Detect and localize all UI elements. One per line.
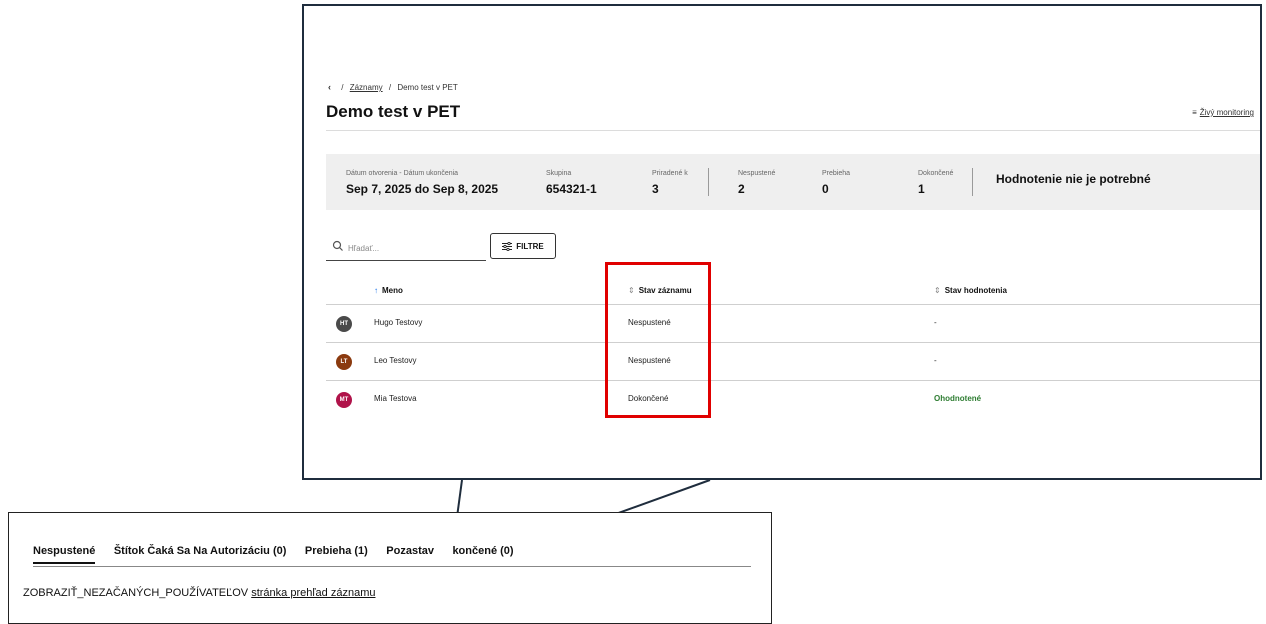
stat-dates: Dátum otvorenia - Dátum ukončenia Sep 7,…: [346, 170, 498, 196]
live-monitoring-link[interactable]: ≡ Živý monitoring: [1192, 108, 1254, 117]
records-detail-panel: ‹ / Záznamy / Demo test v PET Demo test …: [302, 4, 1262, 480]
breadcrumb-current: Demo test v PET: [397, 83, 458, 92]
stat-assigned: Priradené k 3: [652, 170, 688, 196]
search-input[interactable]: [348, 238, 484, 258]
stat-divider: [972, 168, 973, 196]
back-chevron-icon[interactable]: ‹: [328, 82, 331, 92]
row-evaluation-status: -: [934, 356, 937, 365]
records-overview-link[interactable]: stránka prehľad záznamu: [251, 587, 375, 599]
stat-completed-value: 1: [918, 182, 925, 196]
stat-assigned-label: Priradené k: [652, 170, 688, 177]
stat-completed: Dokončené 1: [918, 170, 953, 196]
stat-in-progress: Prebieha 0: [822, 170, 850, 196]
column-header-name[interactable]: ↑ Meno: [374, 286, 403, 295]
search-box[interactable]: [326, 238, 486, 261]
stat-divider: [708, 168, 709, 196]
tab-paused[interactable]: Pozastav: [386, 545, 434, 563]
filter-sliders-icon: [502, 241, 513, 251]
tab-in-progress[interactable]: Prebieha (1): [305, 545, 368, 563]
stat-not-started-label: Nespustené: [738, 170, 776, 177]
breadcrumb-separator: /: [341, 83, 344, 92]
column-header-evaluation-status[interactable]: ⇕ Stav hodnotenia: [934, 286, 1007, 295]
stat-assigned-value: 3: [652, 182, 659, 196]
search-icon: [332, 240, 343, 251]
breadcrumb-link-records[interactable]: Záznamy: [350, 83, 383, 92]
row-name: Hugo Testovy: [374, 318, 423, 327]
breadcrumb: ‹ / Záznamy / Demo test v PET: [328, 82, 458, 92]
sort-icon: ⇕: [934, 286, 941, 295]
stat-not-started-value: 2: [738, 182, 745, 196]
status-tabs: Nespustené Štítok Čaká Sa Na Autorizáciu…: [33, 541, 528, 564]
table-row[interactable]: HT Hugo Testovy Nespustené -: [326, 305, 1260, 343]
stat-completed-label: Dokončené: [918, 170, 954, 177]
avatar: LT: [336, 354, 352, 370]
summary-bar: Dátum otvorenia - Dátum ukončenia Sep 7,…: [326, 154, 1260, 210]
column-header-name-label: Meno: [382, 286, 403, 295]
filter-button-label: FILTRE: [516, 241, 544, 251]
live-monitoring-label: Živý monitoring: [1199, 108, 1254, 117]
column-header-evaluation-status-label: Stav hodnotenia: [944, 286, 1007, 295]
page-title: Demo test v PET: [326, 102, 461, 121]
row-evaluation-status: Ohodnotené: [934, 394, 982, 403]
tab-completed[interactable]: končené (0): [452, 545, 513, 563]
table-header-row: ↑ Meno ⇕ Stav záznamu ⇕ Stav hodnotenia: [326, 278, 1260, 305]
monitor-icon: ≡: [1192, 108, 1197, 117]
stat-dates-value: Sep 7, 2025 do Sep 8, 2025: [346, 182, 499, 196]
tab-not-started[interactable]: Nespustené: [33, 545, 96, 564]
show-unstarted-users-key: ZOBRAZIŤ_NEZAČANÝCH_POUŽÍVATEĽOV: [23, 587, 249, 599]
stat-group: Skupina 654321-1: [546, 170, 597, 196]
title-divider: [326, 130, 1260, 131]
row-evaluation-status: -: [934, 318, 937, 327]
localization-panel: Nespustené Štítok Čaká Sa Na Autorizáciu…: [8, 512, 772, 624]
tabs-divider: [33, 566, 751, 567]
tab-awaiting-authorization[interactable]: Štítok Čaká Sa Na Autorizáciu (0): [114, 545, 287, 563]
filter-button[interactable]: FILTRE: [490, 233, 556, 259]
table-row[interactable]: LT Leo Testovy Nespustené -: [326, 343, 1260, 381]
stat-in-progress-label: Prebieha: [822, 170, 851, 177]
breadcrumb-separator: /: [388, 83, 392, 92]
table-row[interactable]: MT Mia Testova Dokončené Ohodnotené: [326, 381, 1260, 418]
stat-in-progress-value: 0: [822, 182, 829, 196]
stat-group-label: Skupina: [546, 170, 572, 177]
row-name: Mia Testova: [374, 394, 417, 403]
avatar: MT: [336, 392, 352, 408]
avatar: HT: [336, 316, 352, 332]
stat-dates-label: Dátum otvorenia - Dátum ukončenia: [346, 170, 459, 177]
highlight-box: [605, 262, 711, 418]
row-name: Leo Testovy: [374, 356, 417, 365]
stat-group-value: 654321-1: [546, 182, 597, 196]
evaluation-status-text: Hodnotenie nie je potrebné: [996, 172, 1151, 186]
page-link-line: ZOBRAZIŤ_NEZAČANÝCH_POUŽÍVATEĽOV stránka…: [23, 587, 375, 599]
stat-not-started: Nespustené 2: [738, 170, 775, 196]
sort-ascending-icon: ↑: [374, 286, 378, 295]
